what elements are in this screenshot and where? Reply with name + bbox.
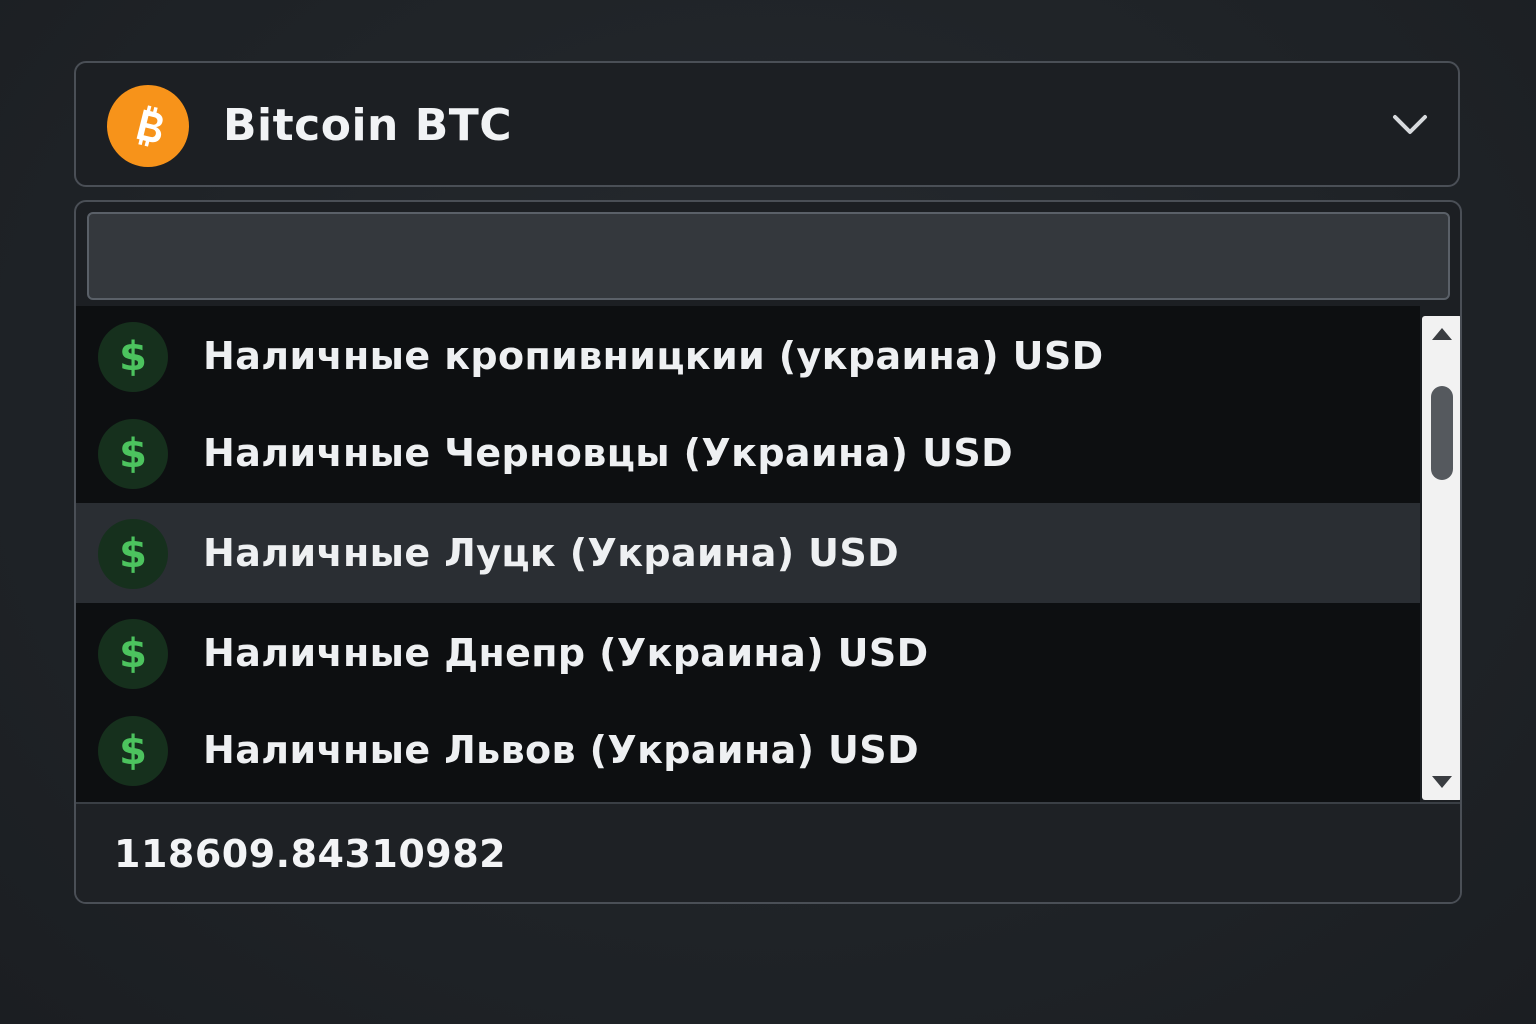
dollar-icon: $ (98, 716, 168, 786)
currency-selector[interactable]: Bitcoin BTC (74, 61, 1460, 187)
chevron-down-icon[interactable] (1390, 107, 1430, 143)
selected-currency-label: Bitcoin BTC (223, 100, 513, 151)
option-label: Наличные Луцк (Украина) USD (203, 531, 900, 575)
scrollbar[interactable] (1422, 316, 1460, 800)
scroll-up-arrow-icon[interactable] (1422, 316, 1460, 352)
list-item[interactable]: $ Наличные Львов (Украина) USD (76, 700, 1420, 800)
option-label: Наличные кропивницкии (украина) USD (203, 334, 1104, 378)
dollar-icon: $ (98, 519, 168, 589)
amount-value: 118609.84310982 (114, 832, 507, 876)
dollar-icon: $ (98, 419, 168, 489)
list-item-highlighted[interactable]: $ Наличные Луцк (Украина) USD (76, 503, 1420, 603)
dollar-icon: $ (98, 322, 168, 392)
list-item[interactable]: $ Наличные кропивницкии (украина) USD (76, 306, 1420, 406)
currency-dropdown: $ Наличные кропивницкии (украина) USD $ … (74, 200, 1462, 904)
option-label: Наличные Черновцы (Украина) USD (203, 431, 1014, 475)
dollar-icon: $ (98, 619, 168, 689)
list-item[interactable]: $ Наличные Днепр (Украина) USD (76, 603, 1420, 703)
option-list: $ Наличные кропивницкии (украина) USD $ … (76, 306, 1420, 802)
option-label: Наличные Львов (Украина) USD (203, 728, 920, 772)
option-label: Наличные Днепр (Украина) USD (203, 631, 929, 675)
scrollbar-thumb[interactable] (1431, 386, 1453, 480)
list-item[interactable]: $ Наличные Черновцы (Украина) USD (76, 403, 1420, 503)
scroll-down-arrow-icon[interactable] (1422, 764, 1460, 800)
bitcoin-symbol (136, 105, 163, 147)
amount-row[interactable]: 118609.84310982 (76, 802, 1460, 902)
search-input[interactable] (87, 212, 1450, 300)
bitcoin-icon (107, 85, 189, 167)
